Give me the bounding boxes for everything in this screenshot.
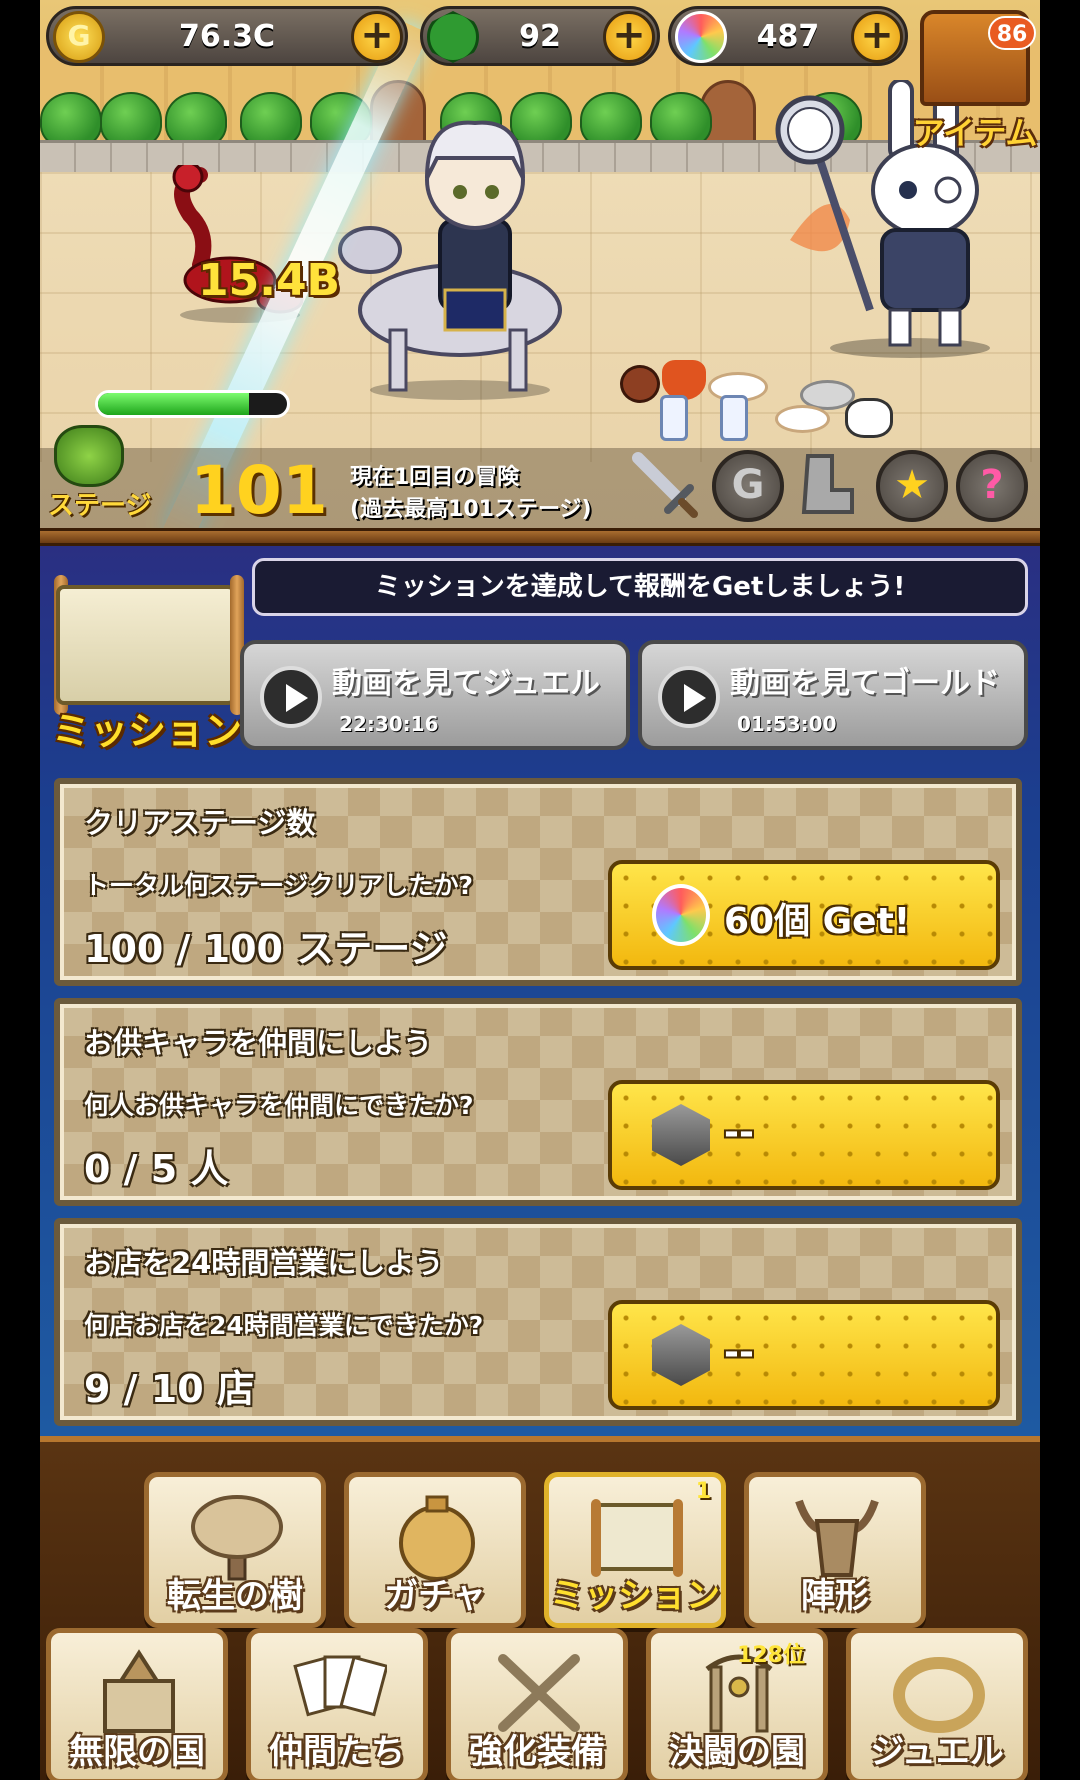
gold-counter: G 76.3C + <box>46 6 408 66</box>
mission-card: クリアステージ数 トータル何ステージクリアしたか? 100 / 100 ステージ… <box>54 778 1022 986</box>
add-rainbow-button[interactable]: + <box>851 11 903 63</box>
reward-label: -- <box>724 1332 754 1373</box>
claim-reward-button[interactable]: 60個 Get! <box>608 860 1000 970</box>
play-icon <box>260 666 322 728</box>
menu-mission[interactable]: 1 ミッション <box>544 1472 726 1628</box>
rainbow-gem-icon <box>675 11 727 63</box>
ad-label: 動画を見てジュエル <box>332 666 600 701</box>
stage-label: ステージ <box>48 491 152 521</box>
menu-rebirth-tree[interactable]: 転生の樹 <box>144 1472 326 1628</box>
rainbow-counter: 487 + <box>668 6 908 66</box>
add-jewel-button[interactable]: + <box>603 11 655 63</box>
menu-label: ガチャ <box>384 1576 486 1616</box>
item-count-badge: 86 <box>988 16 1036 50</box>
green-jewel-icon <box>427 11 479 63</box>
menu-label: 陣形 <box>801 1576 869 1616</box>
watch-video-jewel-button[interactable]: 動画を見てジュエル 22:30:16 <box>240 640 630 750</box>
stage-number: 101 <box>190 452 328 529</box>
boot-icon[interactable] <box>794 452 856 518</box>
enemy-hp-bar <box>95 390 290 418</box>
rank-badge: 128位 <box>737 1643 805 1668</box>
menu-duel-arena[interactable]: 128位 決闘の園 <box>646 1628 828 1780</box>
gold-coin-icon: G <box>53 11 105 63</box>
damage-number: 15.4B <box>198 255 341 306</box>
milk-bottle-icon <box>720 395 748 441</box>
menu-label: ミッション <box>550 1576 720 1616</box>
battle-scene: 15.4B G 76.3C + 92 + 487 + 86 アイテム ステージ … <box>40 0 1040 545</box>
jewel-counter: 92 + <box>420 6 660 66</box>
mission-card-question: 何店お店を24時間営業にできたか? <box>84 1311 484 1340</box>
maple-leaf-icon <box>662 360 706 400</box>
menu-label: 仲間たち <box>269 1732 405 1772</box>
silver-gem-icon <box>652 1324 710 1386</box>
menu-infinite-land[interactable]: 無限の国 <box>46 1628 228 1780</box>
mission-card-title: お供キャラを仲間にしよう <box>84 1026 433 1060</box>
menu-jewel[interactable]: ジュエル <box>846 1628 1028 1780</box>
mission-card-title: クリアステージ数 <box>84 806 316 840</box>
play-icon <box>658 666 720 728</box>
enemy-hp-fill <box>98 393 250 415</box>
mission-card-progress: 100 / 100 ステージ <box>84 927 448 971</box>
menu-label: 強化装備 <box>469 1732 605 1772</box>
reward-button[interactable]: -- <box>608 1080 1000 1190</box>
stage-info-best: (過去最高101ステージ) <box>350 497 592 522</box>
meat-icon <box>620 365 660 403</box>
reward-label: -- <box>724 1112 754 1153</box>
help-button[interactable]: ? <box>956 450 1028 522</box>
stage-info: 現在1回目の冒険 (過去最高101ステージ) <box>350 462 592 526</box>
ad-timer: 22:30:16 <box>339 712 439 736</box>
ad-label: 動画を見てゴールド <box>730 666 1000 701</box>
sword-icon[interactable] <box>630 450 700 520</box>
menu-formation[interactable]: 陣形 <box>744 1472 926 1628</box>
mission-card-question: 何人お供キャラを仲間にできたか? <box>84 1091 474 1120</box>
stage-info-current: 現在1回目の冒険 <box>350 465 520 490</box>
cow-icon <box>845 398 893 438</box>
mission-card-question: トータル何ステージクリアしたか? <box>84 871 474 900</box>
mission-title: ミッション <box>52 709 243 753</box>
mission-card-title: お店を24時間営業にしよう <box>84 1246 444 1280</box>
gold-boost-button[interactable]: G <box>712 450 784 522</box>
add-gold-button[interactable]: + <box>351 11 403 63</box>
menu-label: 無限の国 <box>69 1732 205 1772</box>
mission-banner: ミッションを達成して報酬をGetしましょう! <box>252 558 1028 616</box>
item-menu-label[interactable]: アイテム <box>910 108 1040 154</box>
silver-gem-icon <box>652 1104 710 1166</box>
star-button[interactable]: ★ <box>876 450 948 522</box>
milk-bottle-icon <box>660 395 688 441</box>
mission-badge: 1 <box>695 1479 711 1504</box>
mission-card: お店を24時間営業にしよう 何店お店を24時間営業にできたか? 9 / 10 店… <box>54 1218 1022 1426</box>
game-screen: 15.4B G 76.3C + 92 + 487 + 86 アイテム ステージ … <box>40 0 1040 1780</box>
mission-scroll-icon <box>56 585 236 705</box>
rainbow-value: 487 <box>756 19 820 54</box>
flour-icon <box>775 405 830 433</box>
dragon-stage-icon <box>54 425 124 487</box>
reward-label: 60個 Get! <box>724 901 911 942</box>
menu-equipment[interactable]: 強化装備 <box>446 1628 628 1780</box>
jewel-value: 92 <box>519 19 561 54</box>
reward-button[interactable]: -- <box>608 1300 1000 1410</box>
menu-companions[interactable]: 仲間たち <box>246 1628 428 1780</box>
gold-value: 76.3C <box>178 19 276 54</box>
menu-label: 決闘の園 <box>669 1732 805 1772</box>
mission-card: お供キャラを仲間にしよう 何人お供キャラを仲間にできたか? 0 / 5 人 -- <box>54 998 1022 1206</box>
panel-divider <box>40 528 1040 546</box>
mission-card-progress: 0 / 5 人 <box>84 1147 229 1191</box>
rainbow-gem-icon <box>652 884 710 946</box>
menu-label: ジュエル <box>870 1732 1004 1772</box>
watch-video-gold-button[interactable]: 動画を見てゴールド 01:53:00 <box>638 640 1028 750</box>
mission-card-progress: 9 / 10 店 <box>84 1367 255 1411</box>
ad-timer: 01:53:00 <box>737 712 837 736</box>
menu-label: 転生の樹 <box>167 1576 303 1616</box>
menu-gacha[interactable]: ガチャ <box>344 1472 526 1628</box>
